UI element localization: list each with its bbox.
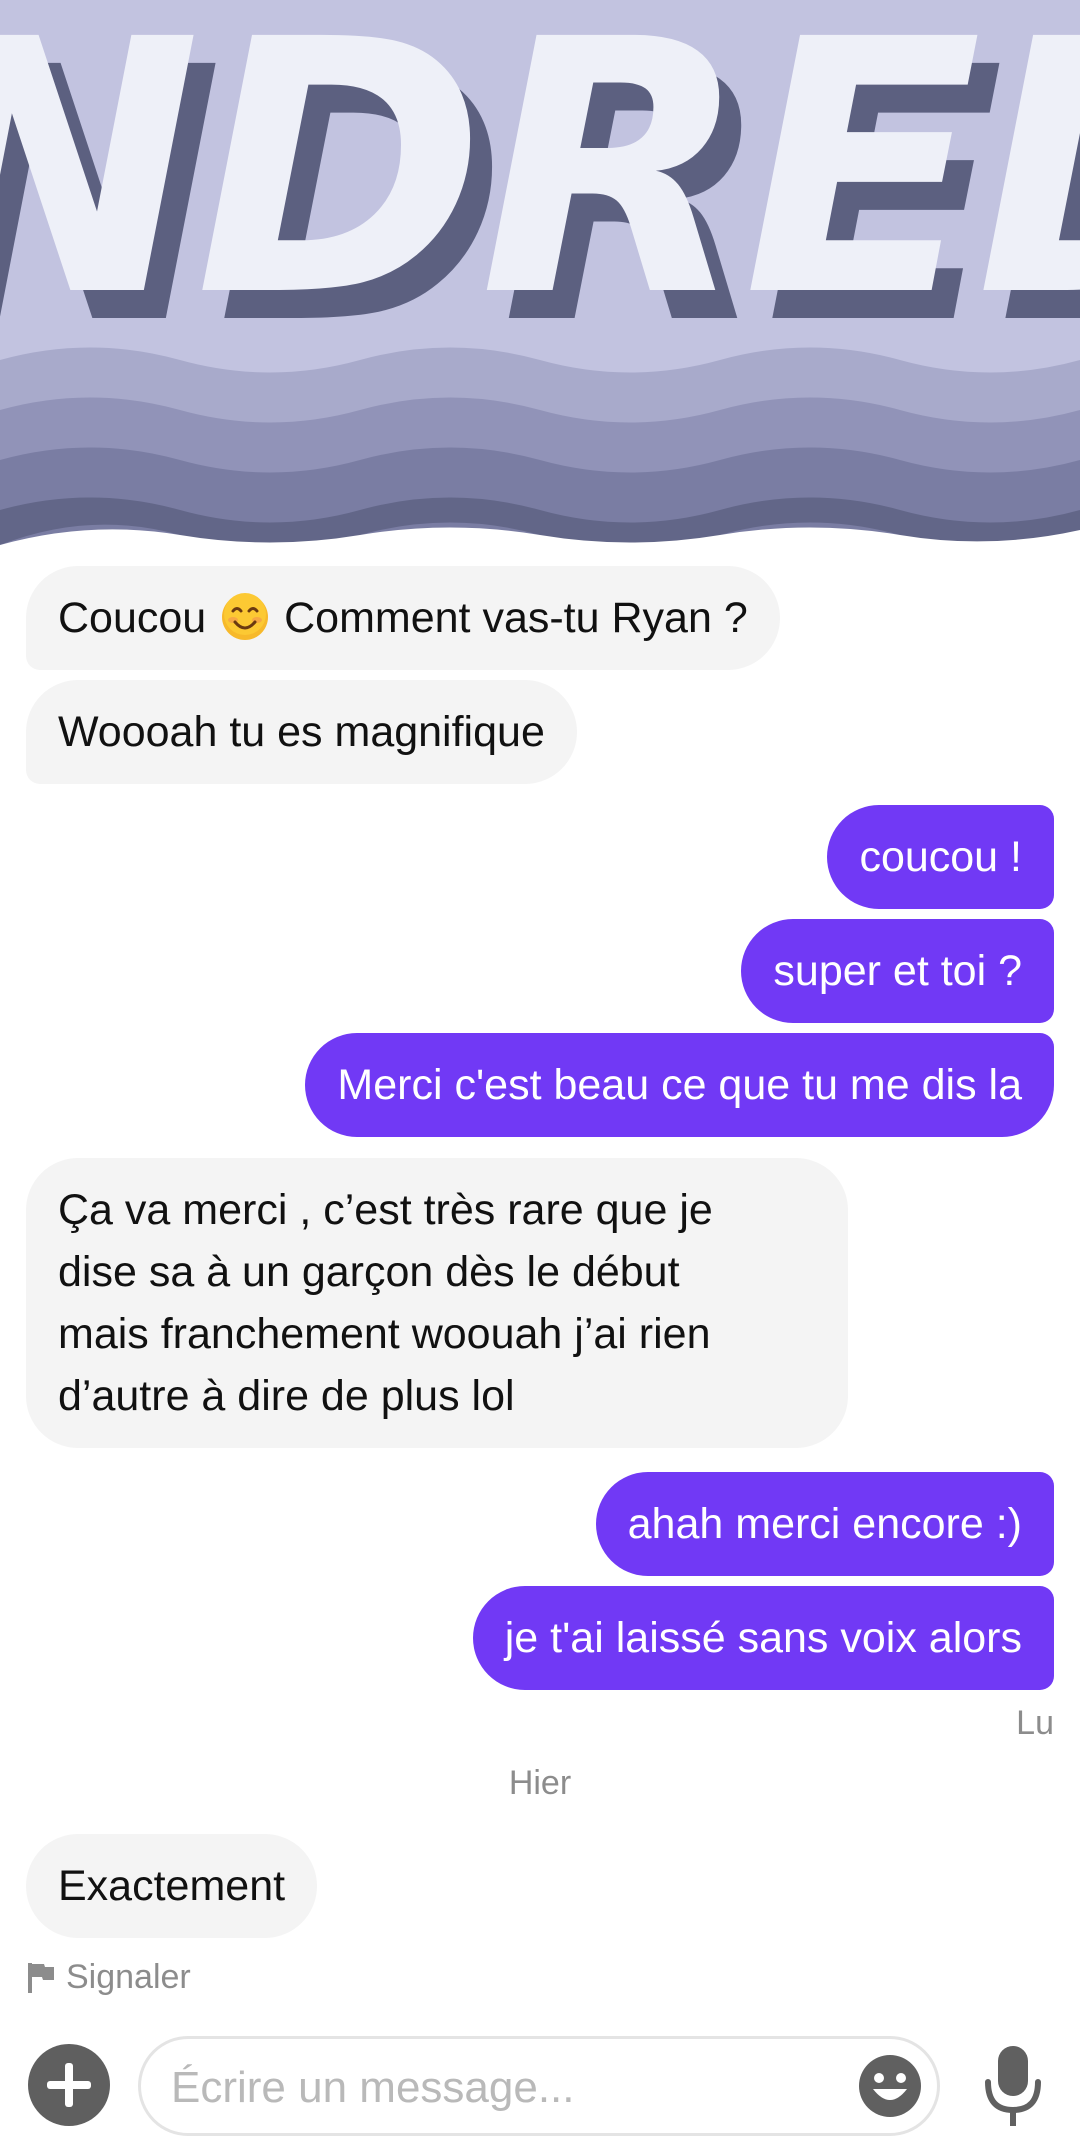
message-outgoing[interactable]: coucou ! <box>827 805 1054 909</box>
report-link[interactable]: Signaler <box>26 1958 191 1997</box>
message-text: Comment vas-tu Ryan ? <box>272 594 748 642</box>
chat-screen: NDRED NDRED Coucou Comment vas-tu Ryan ?… <box>0 0 1080 2148</box>
message-incoming[interactable]: Woooah tu es magnifique <box>26 680 577 784</box>
message-input-container[interactable] <box>138 2036 940 2136</box>
message-text: super et toi ? <box>773 947 1022 995</box>
message-text: Coucou <box>58 594 219 642</box>
message-incoming[interactable]: Exactement <box>26 1834 318 1938</box>
banner-image: NDRED NDRED <box>0 0 1080 570</box>
message-outgoing[interactable]: je t'ai laissé sans voix alors <box>472 1586 1054 1690</box>
message-input[interactable] <box>169 2055 823 2121</box>
smiley-icon[interactable] <box>857 2053 923 2119</box>
message-incoming[interactable]: Coucou Comment vas-tu Ryan ? <box>26 566 780 670</box>
flag-icon <box>28 1962 54 1993</box>
message-text: ahah merci encore :) <box>627 1500 1022 1548</box>
message-outgoing[interactable]: Merci c'est beau ce que tu me dis la <box>305 1033 1054 1137</box>
smiling-face-emoji-icon <box>222 593 269 640</box>
message-text: Woooah tu es magnifique <box>58 708 545 756</box>
message-text: coucou ! <box>859 833 1022 881</box>
read-status: Lu <box>1016 1704 1054 1742</box>
message-line: d’autre à dire de plus lol <box>58 1372 515 1420</box>
message-outgoing[interactable]: ahah merci encore :) <box>595 1472 1054 1576</box>
message-text: Merci c'est beau ce que tu me dis la <box>337 1061 1022 1109</box>
message-incoming[interactable]: Ça va merci , c’est très rare que je dis… <box>26 1158 848 1448</box>
message-outgoing[interactable]: super et toi ? <box>741 919 1054 1023</box>
message-line: mais franchement woouah j’ai rien <box>58 1310 711 1358</box>
report-label: Signaler <box>66 1958 191 1996</box>
banner-text: NDRED <box>0 0 1080 373</box>
message-line: dise sa à un garçon dès le début <box>58 1248 680 1296</box>
message-text: Exactement <box>58 1862 286 1910</box>
plus-circle-icon[interactable] <box>28 2044 110 2126</box>
message-composer <box>0 2030 1080 2148</box>
message-line: Ça va merci , c’est très rare que je <box>58 1186 713 1234</box>
microphone-icon[interactable] <box>982 2044 1044 2128</box>
date-separator: Hier <box>508 1764 572 1802</box>
message-text: je t'ai laissé sans voix alors <box>504 1614 1022 1662</box>
